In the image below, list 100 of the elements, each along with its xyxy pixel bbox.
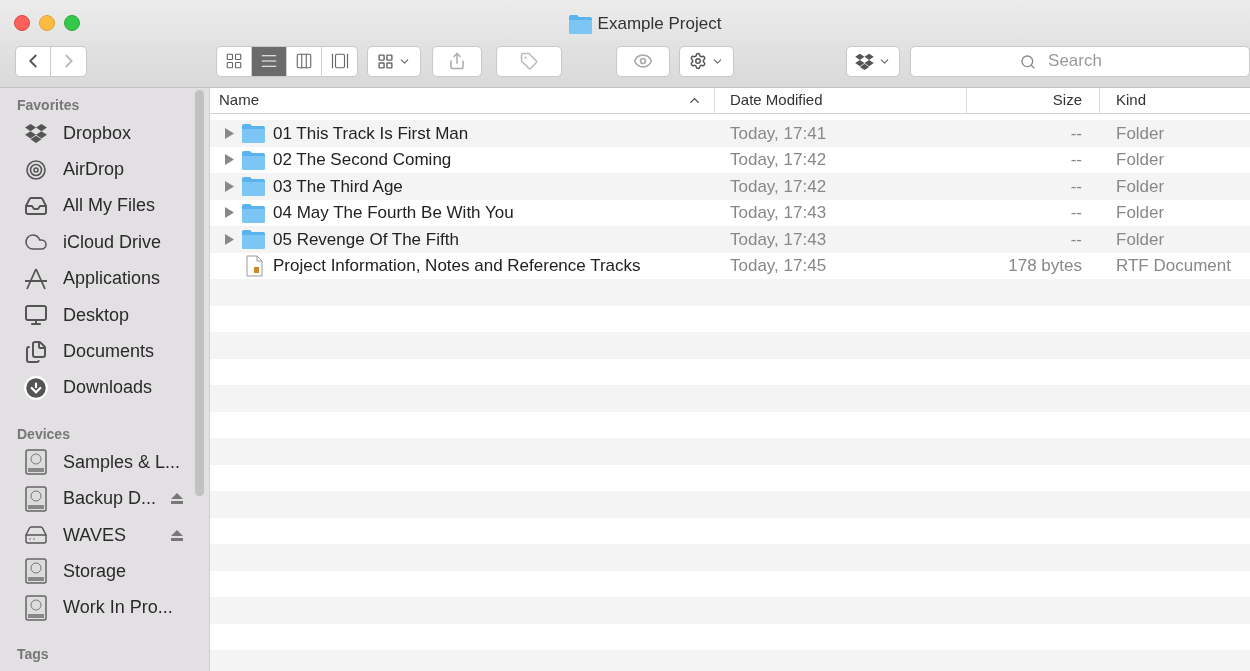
zoom-button[interactable]	[64, 14, 80, 31]
sidebar-item-label: AirDrop	[63, 158, 125, 182]
disclosure-triangle-icon[interactable]	[224, 207, 234, 219]
sidebar-item[interactable]: Work In Pro...	[17, 589, 209, 627]
size-cell-text: --	[1069, 122, 1083, 145]
documents-icon	[24, 339, 48, 364]
date-cell-text: Today, 17:41	[729, 122, 828, 145]
file-row[interactable]: 05 Revenge Of The Fifth Today, 17:43 -- Folder	[210, 226, 1250, 253]
date-cell-text: Today, 17:45	[729, 255, 828, 277]
sidebar-item[interactable]: Applications	[17, 260, 209, 297]
desktop-icon	[23, 303, 49, 328]
size-cell-text: --	[1069, 149, 1083, 171]
sidebar-item[interactable]: Storage	[17, 553, 209, 590]
sidebar-item-label: Applications	[63, 267, 162, 291]
sidebar-item[interactable]: Samples & L...	[17, 444, 209, 481]
kind-cell-text: Folder	[1115, 175, 1166, 198]
tag-button[interactable]	[496, 45, 562, 77]
file-name: Project Information, Notes and Reference Tracks	[273, 255, 641, 277]
sidebar-heading: Devices	[17, 425, 71, 445]
size-cell-text: --	[1069, 228, 1083, 251]
sidebar-item[interactable]: All My Files	[17, 187, 209, 225]
disclosure-triangle-icon[interactable]	[224, 233, 234, 245]
sidebar-item-label: WAVES	[63, 523, 127, 547]
folder-icon	[242, 149, 265, 170]
sidebar-item[interactable]: AirDrop	[17, 151, 209, 188]
share-button[interactable]	[432, 45, 482, 77]
disclosure-triangle-icon[interactable]	[224, 127, 234, 139]
sidebar-item-label: Dropbox	[63, 121, 133, 145]
folder-icon	[242, 176, 265, 197]
sidebar-heading: Tags	[17, 645, 50, 665]
gallery-view-icon	[330, 52, 349, 70]
applications-icon	[23, 266, 49, 291]
disclosure-triangle-icon[interactable]	[224, 154, 234, 166]
sidebar-item[interactable]: Documents	[17, 333, 209, 370]
file-name: 04 May The Fourth Be With You	[273, 202, 514, 224]
minimize-button[interactable]	[39, 14, 55, 31]
sidebar-item[interactable]: Backup D...	[17, 480, 209, 517]
column-header[interactable]: Date Modified	[715, 88, 967, 113]
document-icon	[244, 254, 263, 277]
download-icon	[23, 374, 49, 401]
folder-icon	[242, 123, 265, 144]
sidebar-item-label: Work In Pro...	[63, 596, 174, 620]
date-cell-text: Today, 17:42	[729, 175, 828, 198]
dropbox-icon	[25, 123, 47, 144]
date-cell-text: Today, 17:43	[729, 228, 828, 251]
size-cell-text: 178 bytes	[1007, 255, 1083, 277]
settings-icon	[689, 52, 707, 70]
list-view-icon	[260, 52, 278, 70]
file-name: 05 Revenge Of The Fifth	[273, 228, 459, 251]
arrange-button[interactable]	[367, 45, 421, 77]
kind-cell-text: Folder	[1115, 122, 1166, 145]
sidebar-item[interactable]: Dropbox	[17, 115, 209, 152]
kind-cell-text: RTF Document	[1115, 255, 1232, 277]
tag-icon	[520, 52, 538, 70]
column-header[interactable]: Kind	[1100, 88, 1250, 113]
action-button[interactable]	[679, 45, 734, 77]
sidebar-item[interactable]: Desktop	[17, 296, 209, 334]
sidebar-item-label: Desktop	[63, 303, 131, 327]
folder-icon	[242, 202, 265, 223]
file-row[interactable]: 03 The Third Age Today, 17:42 -- Folder	[210, 173, 1250, 200]
disclosure-triangle-icon[interactable]	[224, 180, 234, 192]
sidebar-item-label: All My Files	[63, 194, 156, 218]
sidebar-item-label: Documents	[63, 340, 156, 364]
file-name: 01 This Track Is First Man	[273, 122, 469, 145]
scrollbar-thumb[interactable]	[195, 90, 204, 496]
sidebar-item[interactable]: WAVES	[17, 516, 209, 554]
sidebar-item-label: Storage	[63, 560, 128, 583]
file-name: 02 The Second Coming	[273, 149, 452, 171]
folder-icon	[242, 229, 265, 250]
kind-cell-text: Folder	[1115, 202, 1166, 224]
size-cell-text: --	[1069, 175, 1083, 198]
close-button[interactable]	[14, 14, 30, 31]
sidebar-item[interactable]: iCloud Drive	[17, 224, 209, 261]
folder-icon	[568, 13, 592, 34]
size-cell-text: --	[1069, 202, 1083, 224]
file-row[interactable]: 01 This Track Is First Man Today, 17:41 -- Folder	[210, 120, 1250, 147]
share-icon	[448, 52, 466, 70]
airdrop-icon	[24, 157, 48, 182]
date-cell-text: Today, 17:43	[729, 202, 828, 224]
sidebar-item[interactable]: Downloads	[17, 369, 209, 407]
eject-icon[interactable]	[171, 529, 183, 541]
column-header[interactable]: Size	[967, 88, 1100, 113]
column-header[interactable]: Name	[210, 88, 715, 113]
icon-view-icon	[225, 52, 243, 70]
quick-look-button[interactable]	[616, 45, 670, 77]
column-view-icon	[295, 52, 314, 70]
search-field[interactable]: Search	[910, 45, 1250, 77]
sidebar-item-label: Samples & L...	[63, 450, 182, 474]
search-icon	[1020, 53, 1036, 70]
sidebar-item-label: Downloads	[63, 376, 154, 400]
eject-icon[interactable]	[171, 493, 183, 505]
view-mode-button[interactable]	[252, 46, 288, 76]
sidebar-item-label: iCloud Drive	[63, 230, 163, 254]
dropbox-icon	[855, 52, 874, 70]
kind-cell-text: Folder	[1115, 149, 1166, 171]
kind-cell-text: Folder	[1115, 228, 1166, 251]
eye-icon	[633, 51, 653, 71]
grid-icon	[377, 52, 394, 70]
date-cell-text: Today, 17:42	[729, 149, 828, 171]
dropbox-button[interactable]	[846, 45, 900, 77]
